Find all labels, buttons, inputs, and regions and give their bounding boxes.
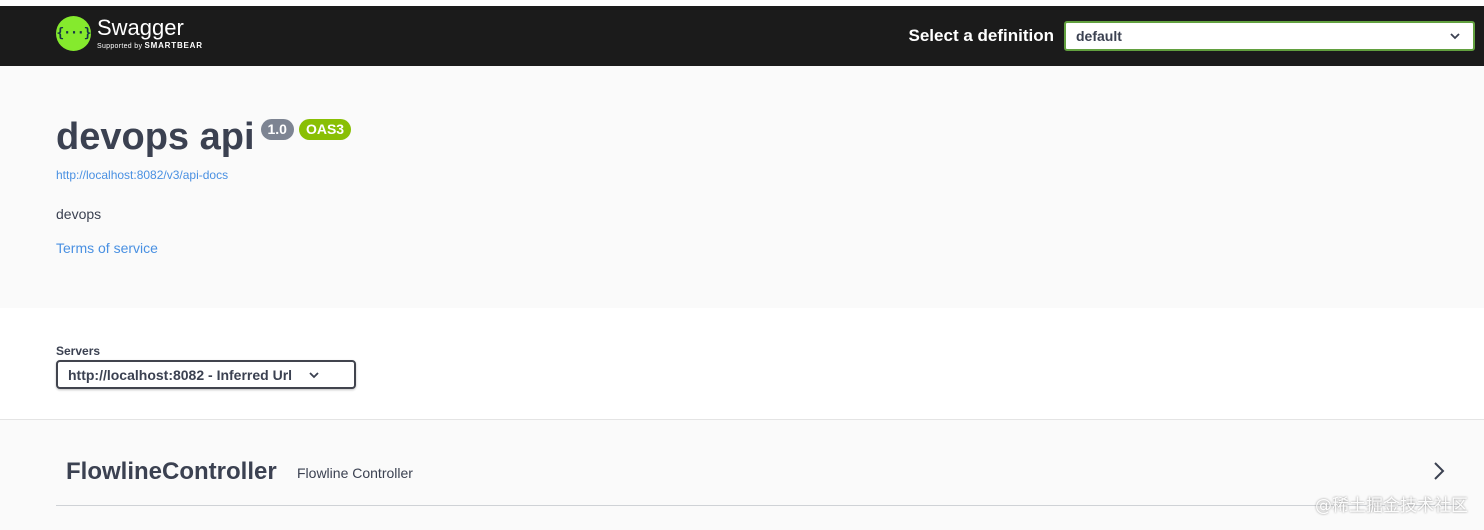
- api-title-row: devops api 1.0 OAS3: [56, 116, 352, 158]
- chevron-right-icon[interactable]: [1432, 460, 1446, 482]
- tag-section-flowline[interactable]: FlowlineController Flowline Controller: [56, 448, 1460, 506]
- info-section: devops api 1.0 OAS3 http://localhost:808…: [0, 66, 1484, 308]
- logo-subtitle-brand: SMARTBEAR: [144, 41, 203, 50]
- swagger-logo[interactable]: {···} Swagger Supported by SMARTBEAR: [56, 16, 203, 51]
- terms-of-service-link[interactable]: Terms of service: [56, 240, 158, 256]
- logo-title: Swagger: [97, 15, 184, 40]
- definition-select[interactable]: default: [1064, 21, 1475, 51]
- version-badge: 1.0: [260, 119, 294, 140]
- definition-select-value: default: [1076, 28, 1122, 44]
- swagger-logo-icon: {···}: [56, 16, 92, 51]
- logo-subtitle: Supported by SMARTBEAR: [97, 41, 203, 51]
- servers-select[interactable]: http://localhost:8082 - Inferred Url: [56, 360, 356, 389]
- swagger-logo-text: Swagger Supported by SMARTBEAR: [97, 15, 203, 51]
- definition-label: Select a definition: [908, 26, 1054, 45]
- oas-badge: OAS3: [298, 119, 352, 140]
- servers-label: Servers: [56, 344, 101, 358]
- tag-description: Flowline Controller: [297, 465, 413, 481]
- page-title: devops api: [56, 116, 255, 158]
- watermark: @稀土掘金技术社区: [1315, 496, 1468, 516]
- logo-subtitle-prefix: Supported by: [97, 43, 143, 50]
- api-docs-link[interactable]: http://localhost:8082/v3/api-docs: [56, 168, 228, 182]
- topbar: {···} Swagger Supported by SMARTBEAR Sel…: [0, 6, 1484, 66]
- chevron-down-icon: [1450, 33, 1460, 40]
- chevron-down-icon: [309, 371, 319, 378]
- servers-select-value: http://localhost:8082 - Inferred Url: [68, 366, 293, 383]
- api-description: devops: [56, 206, 102, 222]
- tag-name: FlowlineController: [66, 458, 277, 485]
